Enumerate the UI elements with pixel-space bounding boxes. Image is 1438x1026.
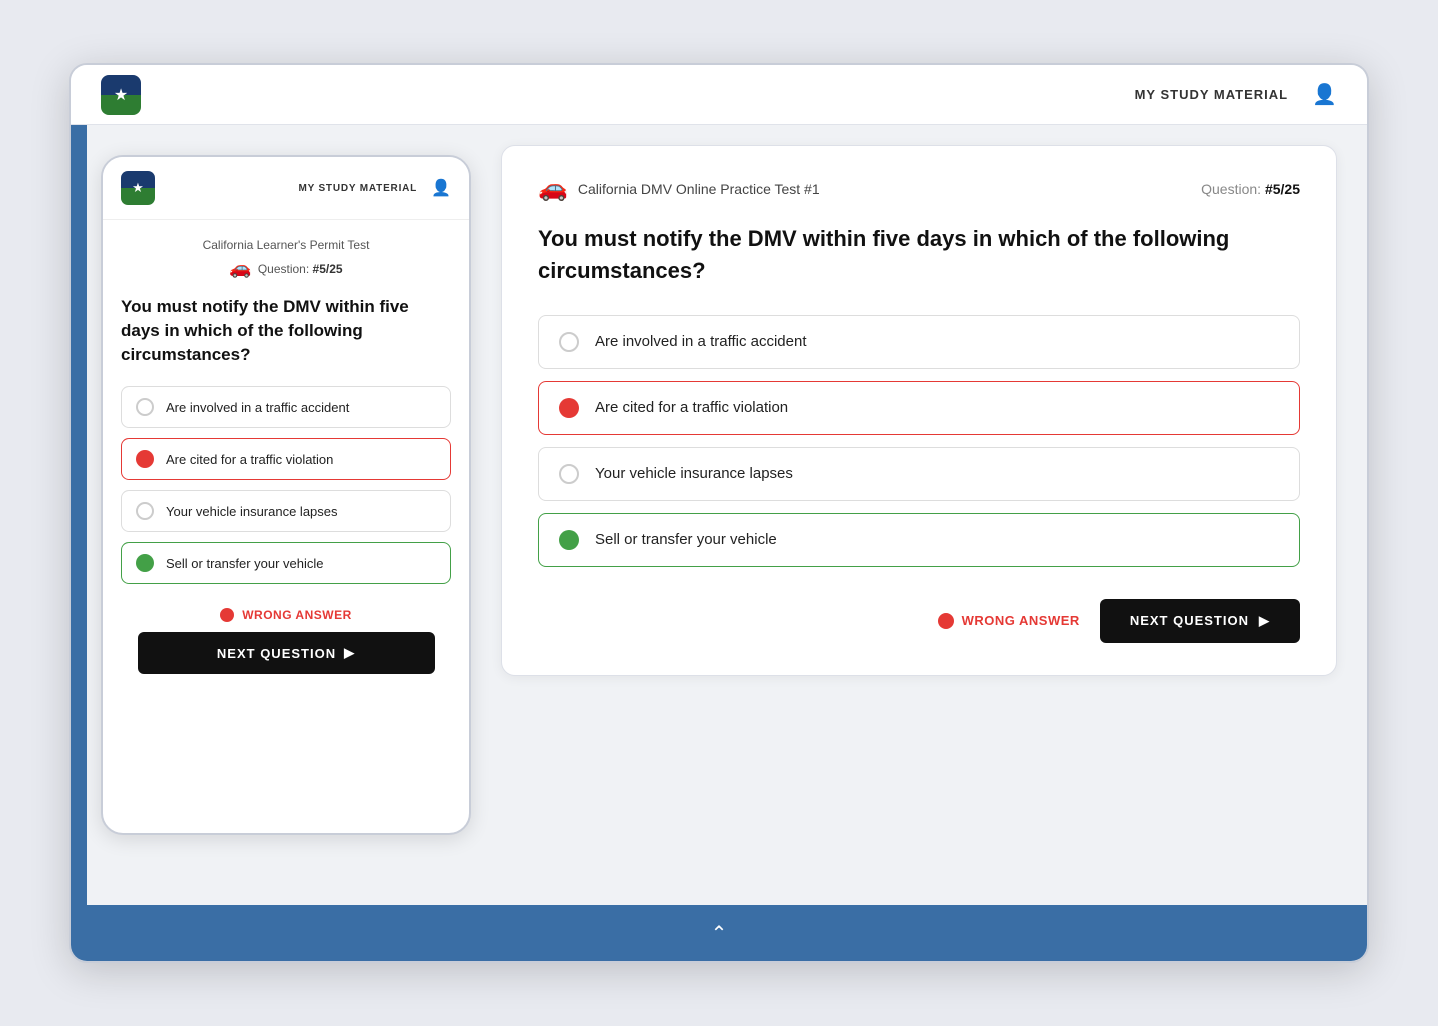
- device-frame: ★ MY STUDY MATERIAL 👤 ★ MY STUDY MATERIA…: [69, 63, 1369, 963]
- desktop-answer-2[interactable]: Are cited for a traffic violation: [538, 381, 1300, 435]
- logo-badge: ★: [101, 75, 141, 115]
- nav-user-icon[interactable]: 👤: [1312, 82, 1337, 107]
- phone-answer-text-1: Are involved in a traffic accident: [166, 400, 349, 415]
- radio-icon-1: [136, 398, 154, 416]
- phone-answer-4[interactable]: Sell or transfer your vehicle: [121, 542, 451, 584]
- desktop-wrong-answer-label: WRONG ANSWER: [938, 613, 1080, 629]
- top-nav: ★ MY STUDY MATERIAL 👤: [71, 65, 1367, 125]
- desktop-wrong-dot-icon-2: [559, 398, 579, 418]
- phone-nav-title: MY STUDY MATERIAL: [298, 183, 417, 194]
- radio-icon-3: [136, 502, 154, 520]
- desktop-wrong-dot-icon: [938, 613, 954, 629]
- phone-next-button[interactable]: NEXT QUESTION ▶: [138, 632, 435, 674]
- desktop-answer-1[interactable]: Are involved in a traffic accident: [538, 315, 1300, 369]
- desktop-question-counter: Question: #5/25: [1201, 181, 1300, 197]
- phone-nav-user-icon[interactable]: 👤: [431, 178, 451, 198]
- desktop-answer-text-1: Are involved in a traffic accident: [595, 333, 807, 350]
- desktop-car-label-row: 🚗 California DMV Online Practice Test #1: [538, 174, 820, 203]
- phone-answer-1[interactable]: Are involved in a traffic accident: [121, 386, 451, 428]
- desktop-answer-text-2: Are cited for a traffic violation: [595, 399, 788, 416]
- logo-star-icon: ★: [114, 85, 128, 105]
- phone-next-arrow-icon: ▶: [344, 645, 355, 661]
- phone-car-row: 🚗 Question: #5/25: [121, 258, 451, 279]
- phone-footer: WRONG ANSWER NEXT QUESTION ▶: [121, 608, 451, 674]
- nav-title: MY STUDY MATERIAL: [1135, 87, 1289, 102]
- phone-answer-2[interactable]: Are cited for a traffic violation: [121, 438, 451, 480]
- desktop-car-icon: 🚗: [538, 174, 568, 203]
- desktop-panel: 🚗 California DMV Online Practice Test #1…: [501, 145, 1337, 676]
- phone-answer-3[interactable]: Your vehicle insurance lapses: [121, 490, 451, 532]
- desktop-answer-text-4: Sell or transfer your vehicle: [595, 531, 777, 548]
- phone-logo: ★: [121, 171, 155, 205]
- desktop-question-text: You must notify the DMV within five days…: [538, 223, 1300, 287]
- phone-header: ★ MY STUDY MATERIAL 👤: [103, 157, 469, 220]
- desktop-correct-dot-icon-4: [559, 530, 579, 550]
- correct-dot-icon-4: [136, 554, 154, 572]
- desktop-footer: WRONG ANSWER NEXT QUESTION ▶: [538, 599, 1300, 643]
- desktop-answer-3[interactable]: Your vehicle insurance lapses: [538, 447, 1300, 501]
- desktop-radio-icon-3: [559, 464, 579, 484]
- phone-wrong-answer-label: WRONG ANSWER: [220, 608, 352, 622]
- desktop-next-button[interactable]: NEXT QUESTION ▶: [1100, 599, 1300, 643]
- blue-side-accent: [71, 125, 87, 905]
- phone-question-text: You must notify the DMV within five days…: [121, 295, 451, 366]
- desktop-answer-text-3: Your vehicle insurance lapses: [595, 465, 793, 482]
- desktop-radio-icon-1: [559, 332, 579, 352]
- phone-question-num: Question: #5/25: [258, 262, 343, 276]
- desktop-panel-header: 🚗 California DMV Online Practice Test #1…: [538, 174, 1300, 203]
- phone-logo-star-icon: ★: [132, 180, 144, 196]
- desktop-next-arrow-icon: ▶: [1259, 613, 1270, 629]
- desktop-test-name: California DMV Online Practice Test #1: [578, 181, 820, 197]
- phone-test-label: California Learner's Permit Test: [121, 238, 451, 252]
- bottom-bar: ⌃: [71, 905, 1367, 961]
- phone-wrong-dot-icon: [220, 608, 234, 622]
- bottom-bar-icon: ⌃: [711, 921, 728, 946]
- phone-answer-text-4: Sell or transfer your vehicle: [166, 556, 324, 571]
- desktop-answer-4[interactable]: Sell or transfer your vehicle: [538, 513, 1300, 567]
- phone-body: California Learner's Permit Test 🚗 Quest…: [103, 220, 469, 833]
- phone-answer-text-2: Are cited for a traffic violation: [166, 452, 333, 467]
- wrong-dot-icon-2: [136, 450, 154, 468]
- phone-answer-text-3: Your vehicle insurance lapses: [166, 504, 338, 519]
- phone-mockup: ★ MY STUDY MATERIAL 👤 California Learner…: [101, 155, 471, 835]
- phone-car-icon: 🚗: [229, 258, 251, 279]
- main-content: ★ MY STUDY MATERIAL 👤 California Learner…: [71, 125, 1367, 905]
